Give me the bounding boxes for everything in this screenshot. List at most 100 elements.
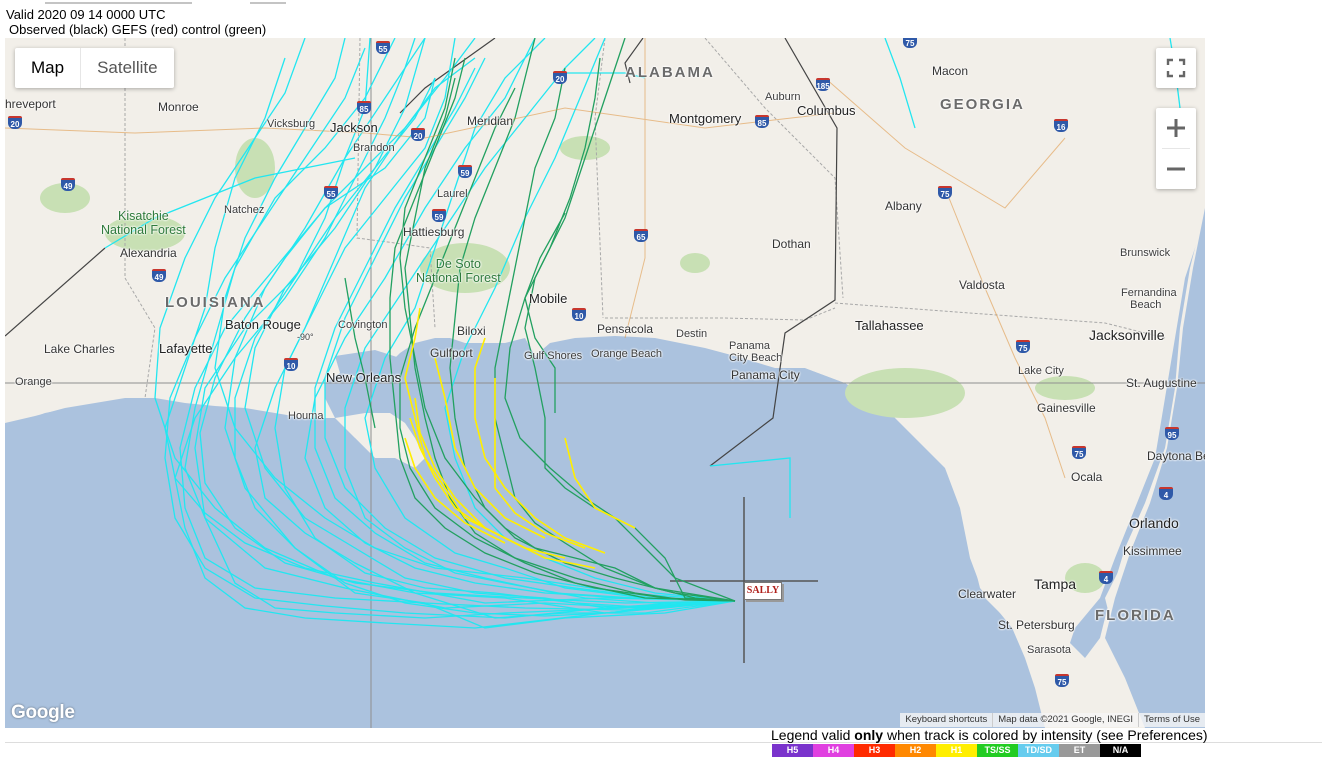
shield-icon: 20: [553, 71, 567, 84]
label-mobile: Mobile: [529, 291, 568, 306]
label-vicksburg: Vicksburg: [267, 118, 316, 130]
label-panama-city-beach: Panama City Beach: [729, 340, 783, 364]
legend-cell-n-a: N/A: [1100, 744, 1141, 757]
label-panama-city: Panama City: [731, 368, 800, 382]
track-description: Observed (black) GEFS (red) control (gre…: [9, 22, 267, 37]
shield-icon: 49: [152, 269, 166, 282]
header: Valid 2020 09 14 0000 UTC Observed (blac…: [6, 7, 266, 37]
shield-icon: 75: [1072, 446, 1086, 459]
map-container[interactable]: ALABAMA GEORGIA LOUISIANA FLORIDA hrevep…: [5, 38, 1205, 728]
label-alabama: ALABAMA: [625, 64, 715, 81]
label-meridian: Meridian: [467, 114, 514, 128]
label-sarasota: Sarasota: [1027, 644, 1072, 656]
label-new-orleans: New Orleans: [326, 370, 402, 385]
label-brandon: Brandon: [353, 142, 395, 154]
shield-icon: 75: [1016, 340, 1030, 353]
legend-cell-h5: H5: [772, 744, 813, 757]
label-daytona: Daytona Be: [1147, 449, 1205, 463]
label-auburn: Auburn: [765, 91, 801, 103]
shield-icon: 4: [1159, 487, 1173, 500]
google-logo: Google: [11, 702, 75, 723]
fullscreen-button[interactable]: [1156, 48, 1196, 88]
label-covington: Covington: [338, 319, 388, 331]
shield-icon: 85: [755, 115, 769, 128]
label-tampa: Tampa: [1034, 576, 1077, 592]
label-florida: FLORIDA: [1095, 607, 1176, 624]
label-valdosta: Valdosta: [959, 278, 1005, 292]
label-lafayette: Lafayette: [159, 341, 213, 356]
label-destin: Destin: [676, 328, 708, 340]
label-lake-city: Lake City: [1018, 365, 1064, 377]
shield-icon: 16: [1054, 119, 1068, 132]
map-type-map-button[interactable]: Map: [15, 48, 80, 88]
shield-icon: 59: [458, 165, 472, 178]
label-kisatchie: Kisatchie National Forest: [101, 209, 186, 237]
label-biloxi: Biloxi: [457, 324, 486, 338]
legend-cell-et: ET: [1059, 744, 1100, 757]
shield-icon: 49: [61, 178, 75, 191]
shield-icon: 55: [376, 41, 390, 54]
shield-icon: 10: [572, 308, 586, 321]
label-orlando: Orlando: [1129, 515, 1179, 531]
shield-icon: 75: [903, 38, 917, 48]
label-louisiana: LOUISIANA: [165, 294, 266, 311]
label-orange-beach: Orange Beach: [591, 348, 662, 360]
zoom-out-button[interactable]: [1156, 149, 1196, 189]
legend-cell-h2: H2: [895, 744, 936, 757]
zoom-control: [1156, 108, 1196, 189]
legend-note-start: Legend valid: [771, 727, 855, 743]
label-natchez: Natchez: [224, 204, 265, 216]
shield-icon: 20: [8, 116, 22, 129]
label-st-petersburg: St. Petersburg: [998, 618, 1075, 632]
shield-icon: 20: [411, 128, 425, 141]
label-tallahassee: Tallahassee: [855, 318, 924, 333]
label-houma: Houma: [288, 410, 324, 422]
shield-icon: 55: [324, 186, 338, 199]
label-jackson: Jackson: [330, 120, 378, 135]
label-alexandria: Alexandria: [120, 246, 177, 260]
map-type-satellite-button[interactable]: Satellite: [81, 48, 173, 88]
label-macon: Macon: [932, 64, 969, 78]
label-lake-charles: Lake Charles: [44, 342, 115, 356]
label-baton-rouge: Baton Rouge: [225, 317, 301, 332]
top-separator-lines: [45, 2, 286, 4]
label-monroe: Monroe: [158, 100, 199, 114]
label-orange: Orange: [15, 376, 52, 388]
label-gulfport: Gulfport: [430, 346, 473, 360]
terms-of-use-link[interactable]: Terms of Use: [1138, 713, 1205, 727]
label-pensacola: Pensacola: [597, 322, 654, 336]
shield-icon: 95: [1165, 427, 1179, 440]
valid-time: Valid 2020 09 14 0000 UTC: [6, 7, 166, 22]
map-type-control: Map Satellite: [15, 48, 174, 88]
label-clearwater: Clearwater: [958, 587, 1017, 601]
label-ocala: Ocala: [1071, 470, 1103, 484]
map-attribution: Keyboard shortcuts Map data ©2021 Google…: [900, 713, 1205, 727]
label-jacksonville: Jacksonville: [1089, 327, 1165, 343]
legend-cell-td-sd: TD/SD: [1018, 744, 1059, 757]
intensity-legend: H5 H4 H3 H2 H1 TS/SS TD/SD ET N/A: [772, 744, 1141, 757]
legend-cell-h1: H1: [936, 744, 977, 757]
label-brunswick: Brunswick: [1120, 247, 1171, 259]
label-dothan: Dothan: [772, 237, 811, 251]
shield-icon: 85: [357, 101, 371, 114]
shield-icon: 65: [634, 229, 648, 242]
legend-note-end: when track is colored by intensity (see …: [883, 727, 1208, 743]
zoom-in-button[interactable]: [1156, 108, 1196, 148]
storm-crosshair: [670, 497, 818, 663]
shield-icon: 59: [432, 209, 446, 222]
shield-icon: 4: [1099, 571, 1113, 584]
keyboard-shortcuts-link[interactable]: Keyboard shortcuts: [900, 713, 992, 727]
label-gainesville: Gainesville: [1037, 401, 1096, 415]
label-fernandina: Fernandina Beach: [1121, 287, 1177, 311]
label-desoto: De Soto National Forest: [416, 257, 501, 285]
shield-icon: 10: [284, 358, 298, 371]
legend-cell-h4: H4: [813, 744, 854, 757]
storm-label-sally[interactable]: SALLY: [744, 582, 782, 600]
map-data-text: Map data ©2021 Google, INEGI: [992, 713, 1138, 727]
shield-icon: 185: [816, 78, 830, 91]
plus-icon: [1167, 119, 1185, 137]
label-gulf-shores: Gulf Shores: [524, 350, 583, 362]
label-st-augustine: St. Augustine: [1126, 376, 1197, 390]
shield-icon: 75: [1055, 674, 1069, 687]
label-albany: Albany: [885, 199, 922, 213]
